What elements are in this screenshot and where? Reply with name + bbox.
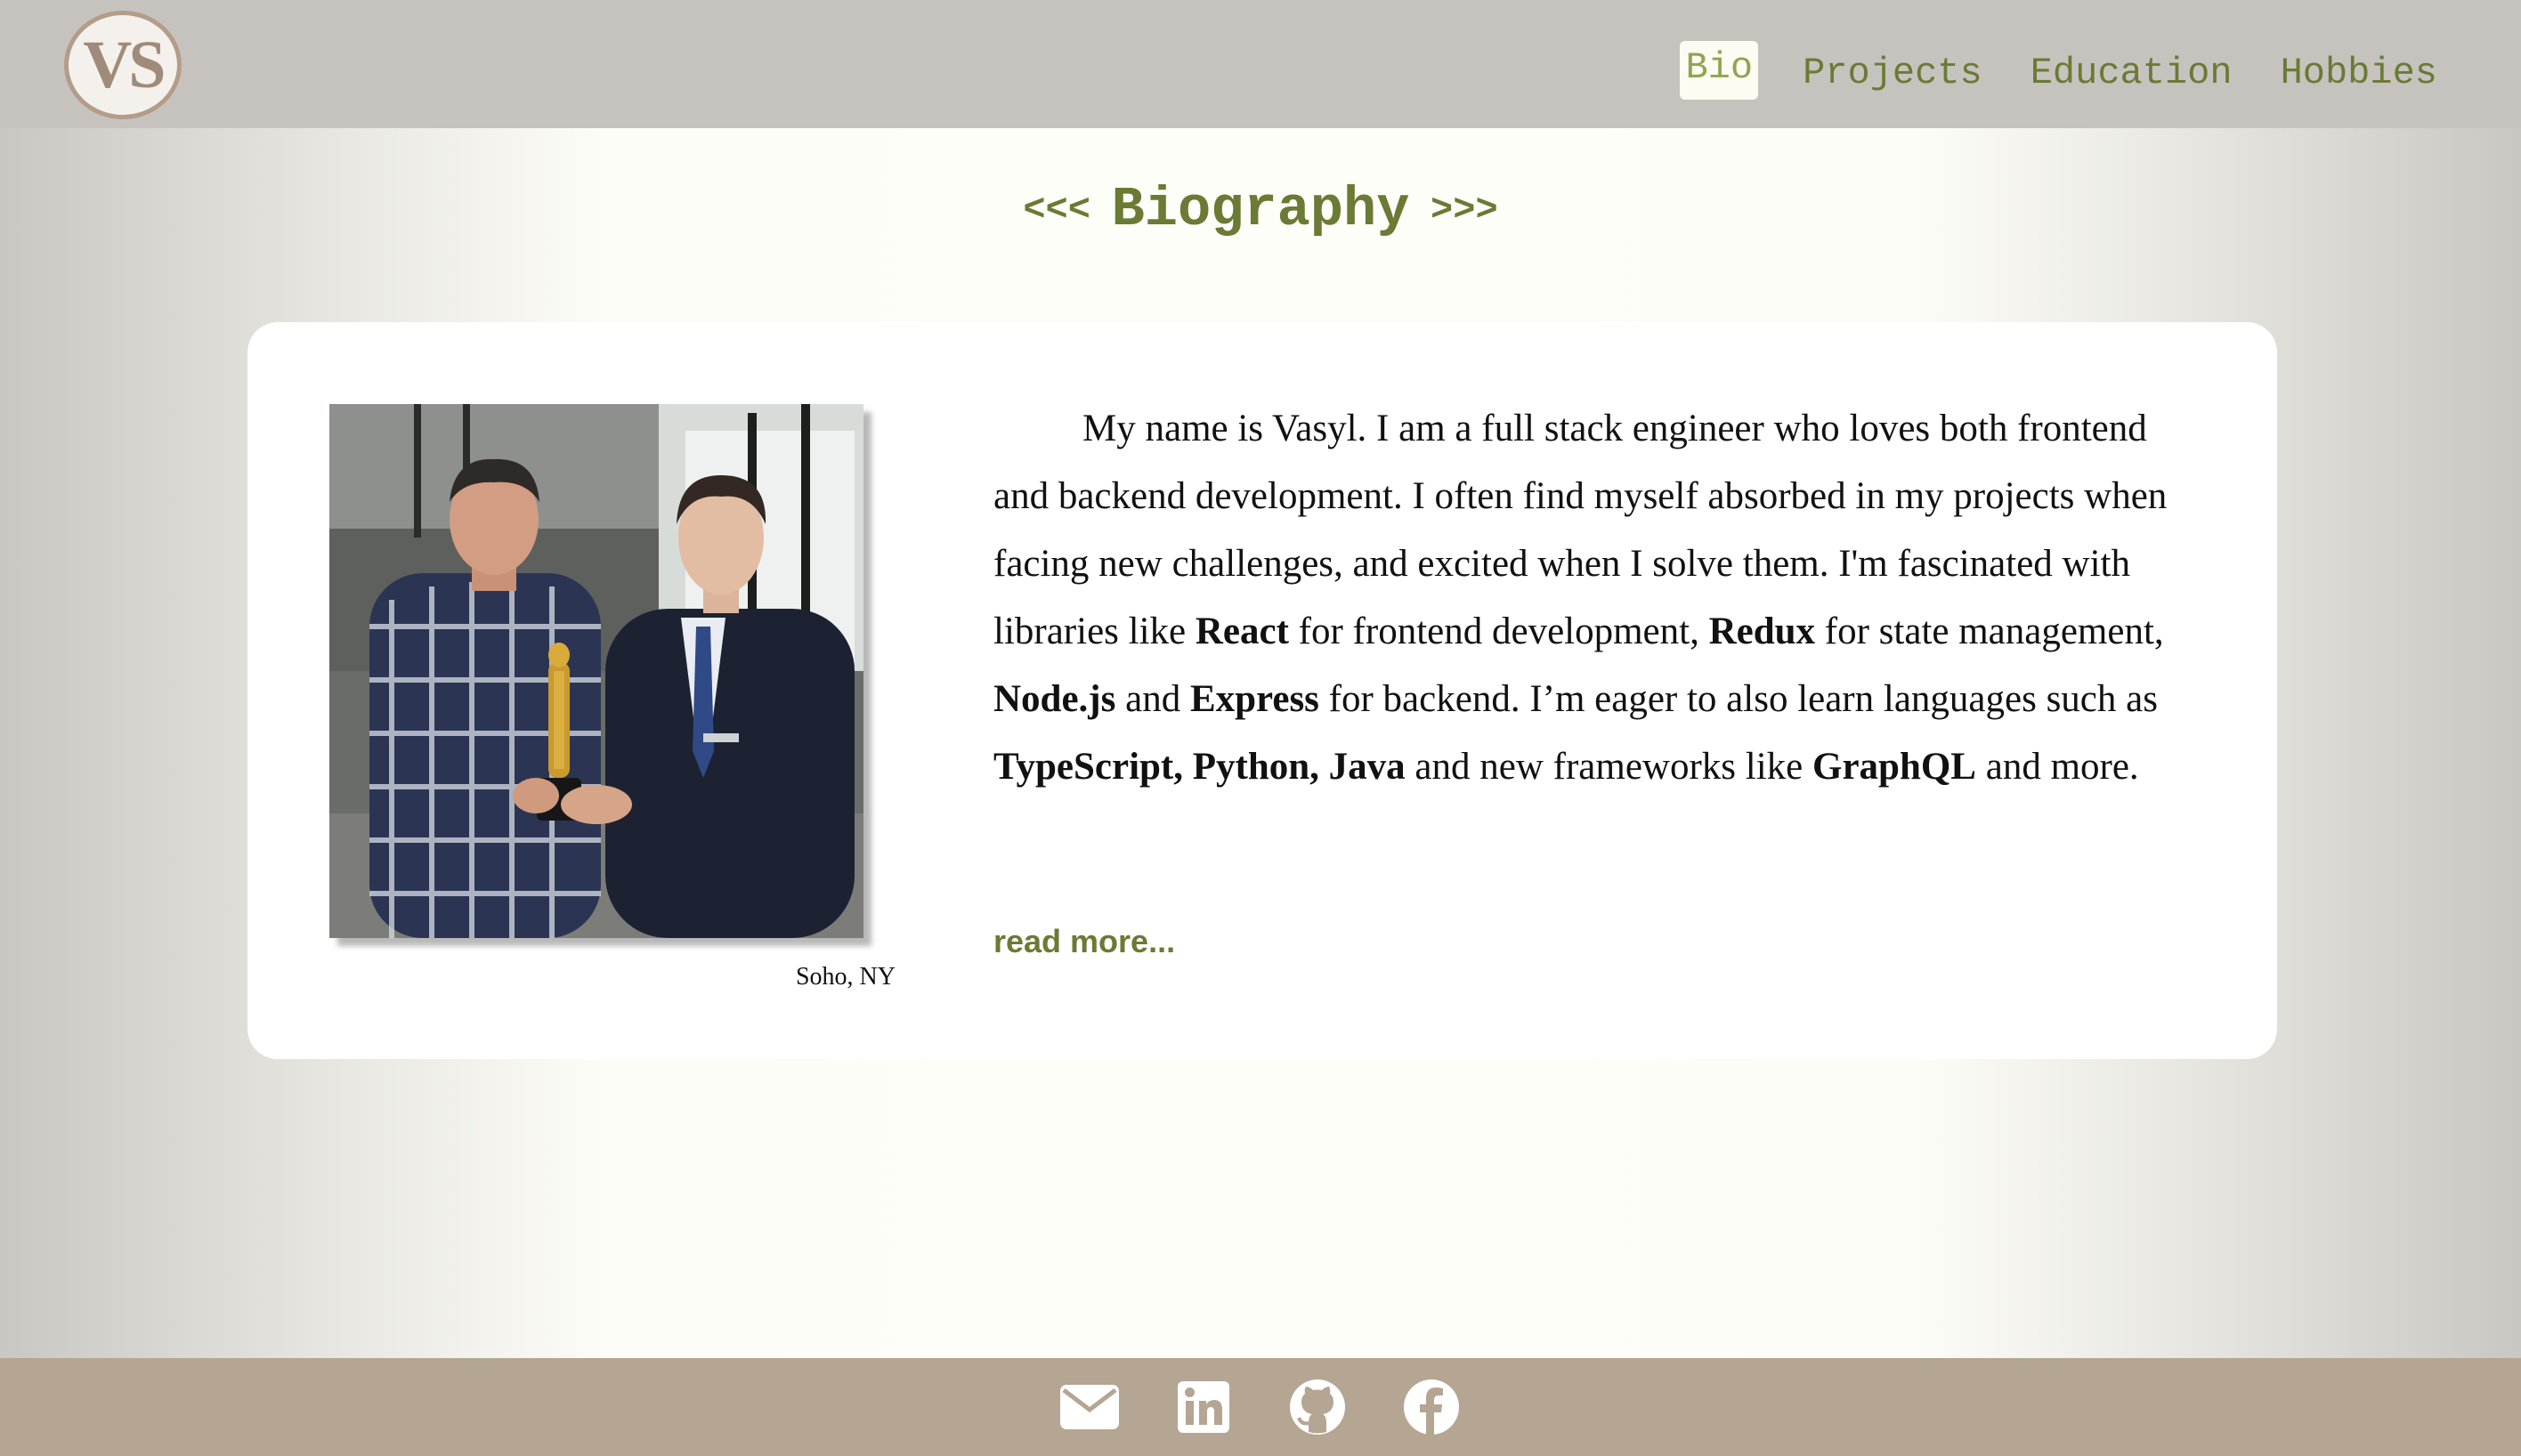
- envelope-icon[interactable]: [1060, 1378, 1119, 1436]
- nav-projects[interactable]: Projects: [1799, 46, 1986, 100]
- facebook-icon[interactable]: [1402, 1378, 1461, 1436]
- title-right-arrows: >>>: [1431, 189, 1498, 231]
- bio-paragraph: My name is Vasyl. I am a full stack engi…: [993, 395, 2204, 801]
- bio-highlight-express: Express: [1189, 678, 1319, 720]
- photo-caption: Soho, NY: [795, 963, 896, 991]
- read-more-link[interactable]: read more...: [993, 923, 1175, 960]
- bio-highlight-languages: TypeScript, Python, Java: [993, 746, 1406, 788]
- header: VS Bio Projects Education Hobbies: [0, 0, 2521, 128]
- main-nav: Bio Projects Education Hobbies: [1680, 41, 2441, 100]
- page-title: <<< Biography >>>: [0, 174, 2521, 246]
- title-left-arrows: <<<: [1023, 189, 1090, 231]
- nav-hobbies[interactable]: Hobbies: [2277, 46, 2441, 100]
- footer: [0, 1358, 2521, 1456]
- bio-text: and new frameworks like: [1405, 746, 1812, 788]
- bio-text: and more.: [1976, 746, 2139, 788]
- linkedin-icon[interactable]: [1174, 1378, 1233, 1436]
- bio-text: for backend. I’m eager to also learn lan…: [1318, 678, 2158, 720]
- bio-highlight-redux: Redux: [1708, 611, 1816, 652]
- title-text: Biography: [1111, 178, 1410, 241]
- bio-highlight-graphql: GraphQL: [1812, 746, 1976, 788]
- logo[interactable]: VS: [64, 11, 182, 119]
- bio-text: and: [1115, 678, 1190, 720]
- bio-card: Soho, NY My name is Vasyl. I am a full s…: [247, 322, 2277, 1059]
- nav-education[interactable]: Education: [2027, 46, 2236, 100]
- bio-text: for frontend development,: [1288, 611, 1709, 652]
- bio-highlight-react: React: [1195, 611, 1289, 652]
- bio-text: for state management,: [1815, 611, 2164, 652]
- github-icon[interactable]: [1288, 1378, 1347, 1436]
- bio-highlight-nodejs: Node.js: [993, 678, 1116, 720]
- profile-photo: [329, 404, 863, 938]
- profile-photo-image: [329, 404, 863, 938]
- nav-bio[interactable]: Bio: [1680, 41, 1759, 100]
